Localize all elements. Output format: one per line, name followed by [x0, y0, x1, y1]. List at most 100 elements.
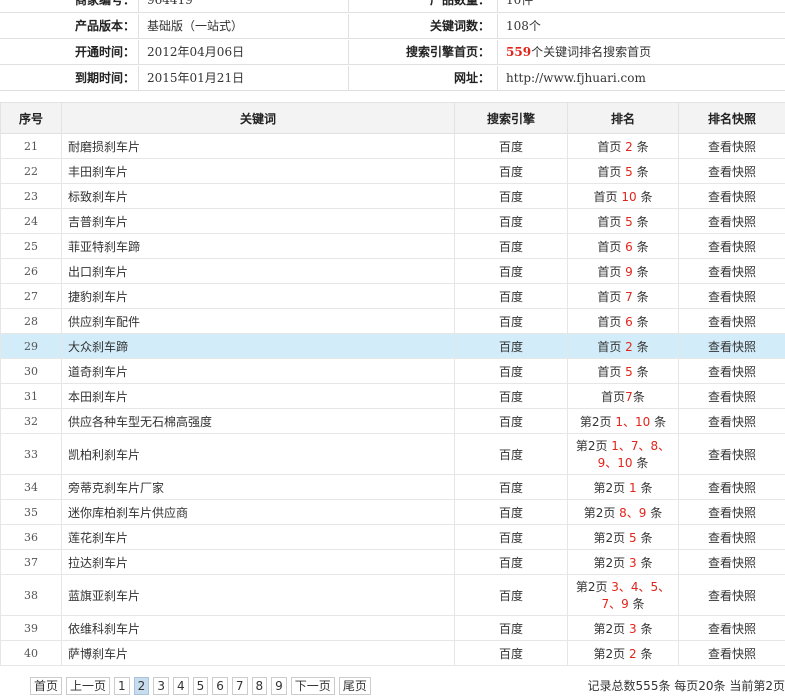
- row-rank: 首页 5 条: [567, 158, 679, 184]
- rank-page: 第2页: [593, 530, 629, 545]
- row-number: 35: [0, 499, 62, 525]
- row-number: 36: [0, 524, 62, 550]
- row-rank: 第2页 5 条: [567, 524, 679, 550]
- table-row: 24 吉普刹车片 百度 首页 5 条查看快照: [0, 208, 785, 234]
- page-6-button[interactable]: 6: [212, 677, 228, 695]
- row-keyword: 本田刹车片: [61, 383, 455, 409]
- row-keyword: 旁蒂克刹车片厂家: [61, 474, 455, 500]
- page-1-button[interactable]: 1: [114, 677, 130, 695]
- next-page-button[interactable]: 下一页: [290, 677, 335, 695]
- view-snapshot-link[interactable]: 查看快照: [678, 433, 785, 475]
- row-engine: 百度: [454, 433, 568, 475]
- table-row: 21 耐磨损刹车片 百度 首页 2 条查看快照: [0, 133, 785, 159]
- view-snapshot-link[interactable]: 查看快照: [678, 183, 785, 209]
- row-keyword: 捷豹刹车片: [61, 283, 455, 309]
- row-keyword: 供应各种车型无石棉高强度: [61, 408, 455, 434]
- row-rank: 首页 6 条: [567, 233, 679, 259]
- view-snapshot-link[interactable]: 查看快照: [678, 358, 785, 384]
- page-7-button[interactable]: 7: [231, 677, 248, 695]
- table-row: 23 标致刹车片 百度 首页 10 条查看快照: [0, 183, 785, 209]
- row-keyword: 莲花刹车片: [61, 524, 455, 550]
- product-count-value: 10件: [506, 0, 534, 7]
- row-engine: 百度: [454, 358, 568, 384]
- page-5-button[interactable]: 5: [192, 677, 209, 695]
- version-label: 产品版本：: [74, 19, 135, 33]
- row-number: 37: [0, 549, 62, 575]
- table-row: 38 蓝旗亚刹车片 百度 第2页 3、4、5、 7、9 条 查看快照: [0, 574, 785, 616]
- page-8-button[interactable]: 8: [251, 677, 268, 695]
- rank-suffix: 条: [632, 364, 649, 379]
- row-keyword: 凯柏利刹车片: [61, 433, 455, 475]
- rank-suffix: 条: [632, 239, 649, 254]
- rank-suffix: 条: [636, 530, 653, 545]
- expire-date-value: 2015年01月21日: [147, 71, 245, 85]
- table-row: 32 供应各种车型无石棉高强度 百度 第2页 1、10 条查看快照: [0, 408, 785, 434]
- view-snapshot-link[interactable]: 查看快照: [678, 283, 785, 309]
- view-snapshot-link[interactable]: 查看快照: [678, 133, 785, 159]
- row-number: 21: [0, 133, 62, 159]
- table-row: 31 本田刹车片 百度 首页7条 查看快照: [0, 383, 785, 409]
- row-keyword: 标致刹车片: [61, 183, 455, 209]
- rank-page: 首页: [597, 289, 626, 304]
- view-snapshot-link[interactable]: 查看快照: [678, 574, 785, 616]
- keyword-ranking-table: 序号 关键词 搜索引擎 排名 排名快照 21 耐磨损刹车片 百度 首页 2 条查看快照…: [0, 102, 785, 666]
- page-9-button[interactable]: 9: [271, 677, 287, 695]
- rank-positions: 3: [628, 555, 637, 570]
- merchant-id-value: 964419: [147, 0, 193, 7]
- rank-page: 第2页: [593, 621, 629, 636]
- row-keyword: 迷你库柏刹车片供应商: [61, 499, 455, 525]
- merchant-id-label: 商家编号：: [74, 0, 135, 7]
- row-keyword: 丰田刹车片: [61, 158, 455, 184]
- website-link[interactable]: http://www.fjhuari.com: [506, 66, 646, 90]
- row-rank: 首页 2 条: [567, 333, 679, 359]
- rank-positions: 1: [628, 480, 637, 495]
- view-snapshot-link[interactable]: 查看快照: [678, 233, 785, 259]
- first-page-button[interactable]: 首页: [30, 677, 63, 695]
- start-date-value: 2012年04月06日: [147, 45, 245, 59]
- view-snapshot-link[interactable]: 查看快照: [678, 524, 785, 550]
- view-snapshot-link[interactable]: 查看快照: [678, 208, 785, 234]
- header-rank: 排名: [567, 102, 679, 134]
- view-snapshot-link[interactable]: 查看快照: [678, 158, 785, 184]
- row-engine: 百度: [454, 208, 568, 234]
- view-snapshot-link[interactable]: 查看快照: [678, 408, 785, 434]
- rank-suffix: 条: [632, 139, 649, 154]
- rank-suffix-cont: 条: [628, 597, 645, 611]
- page-4-button[interactable]: 4: [172, 677, 189, 695]
- rank-positions: 7: [625, 289, 633, 304]
- rank-suffix: 条: [632, 214, 649, 229]
- rank-page: 第2页: [583, 505, 620, 520]
- rank-page: 首页: [597, 364, 626, 379]
- rank-page: 首页: [597, 314, 626, 329]
- rank-suffix: 条: [636, 189, 653, 204]
- row-number: 23: [0, 183, 62, 209]
- last-page-button[interactable]: 尾页: [338, 677, 371, 695]
- prev-page-button[interactable]: 上一页: [66, 677, 111, 695]
- view-snapshot-link[interactable]: 查看快照: [678, 615, 785, 641]
- view-snapshot-link[interactable]: 查看快照: [678, 640, 785, 666]
- expire-date-label: 到期时间：: [74, 71, 135, 85]
- view-snapshot-link[interactable]: 查看快照: [678, 474, 785, 500]
- page-2-button[interactable]: 2: [133, 677, 150, 695]
- view-snapshot-link[interactable]: 查看快照: [678, 549, 785, 575]
- row-number: 24: [0, 208, 62, 234]
- page-3-button[interactable]: 3: [153, 677, 169, 695]
- view-snapshot-link[interactable]: 查看快照: [678, 383, 785, 409]
- view-snapshot-link[interactable]: 查看快照: [678, 499, 785, 525]
- rank-page: 首页: [597, 264, 626, 279]
- rank-suffix: 条: [646, 505, 663, 520]
- row-rank: 首页 10 条: [567, 183, 679, 209]
- pagination: 首页 上一页 1 2 3 4 5 6 7 8 9 下一页 尾页: [30, 677, 375, 697]
- rank-page: 首页: [597, 164, 626, 179]
- view-snapshot-link[interactable]: 查看快照: [678, 308, 785, 334]
- view-snapshot-link[interactable]: 查看快照: [678, 333, 785, 359]
- rank-page: 第2页: [575, 580, 612, 594]
- row-engine: 百度: [454, 158, 568, 184]
- rank-positions-cont: 9、10: [597, 456, 633, 470]
- table-row: 29 大众刹车蹄 百度 首页 2 条查看快照: [0, 333, 785, 359]
- rank-page: 首页: [597, 239, 626, 254]
- row-engine: 百度: [454, 383, 568, 409]
- rank-page: 第2页: [575, 439, 612, 453]
- view-snapshot-link[interactable]: 查看快照: [678, 258, 785, 284]
- table-row: 34 旁蒂克刹车片厂家 百度 第2页 1 条查看快照: [0, 474, 785, 500]
